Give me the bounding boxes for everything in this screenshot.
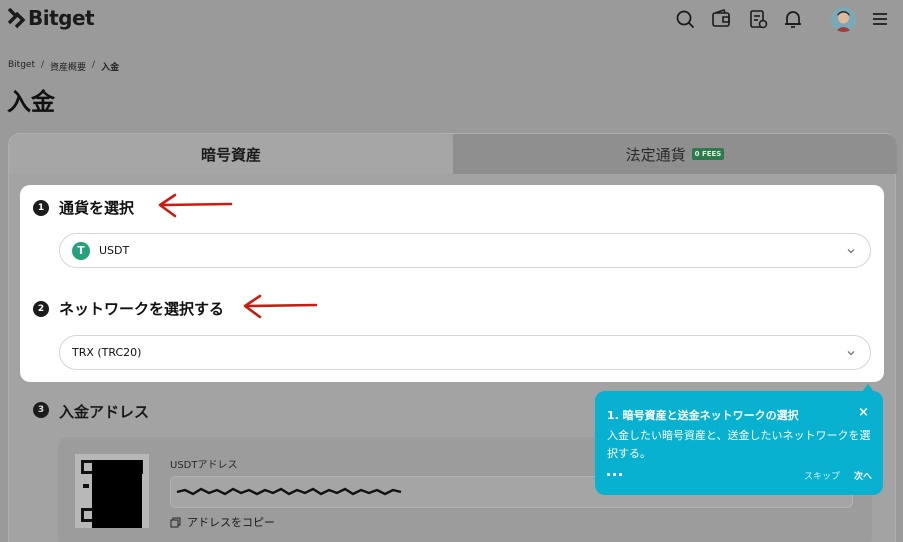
chevron-down-icon	[847, 351, 855, 356]
onboarding-tooltip: 1. 暗号資産と送金ネットワークの選択 × 入金したい暗号資産と、送金したいネッ…	[595, 391, 883, 495]
search-icon[interactable]	[674, 8, 696, 30]
currency-select[interactable]: T USDT	[59, 233, 871, 268]
breadcrumb-item-current: 入金	[101, 63, 120, 73]
annotation-arrow-left-icon	[158, 193, 233, 218]
address-redaction-scribble	[176, 487, 402, 496]
bitget-logo-icon	[7, 7, 26, 29]
step-1-number: 1	[33, 200, 49, 216]
step-2-label: ネットワークを選択する	[59, 300, 225, 318]
close-icon[interactable]: ×	[858, 405, 869, 420]
tab-fiat-label: 法定通貨	[625, 145, 686, 164]
tooltip-body: 入金したい暗号資産と、送金したいネットワークを選択する。	[607, 429, 871, 460]
highlighted-selection-panel: 1 通貨を選択 T USDT 2 ネットワークを選択する TRX (TRC20)	[20, 185, 884, 382]
page-title: 入金	[7, 88, 55, 116]
qr-redaction	[92, 460, 142, 528]
network-select-value: TRX (TRC20)	[72, 346, 142, 359]
breadcrumb-item-assets[interactable]: 資産概要	[50, 60, 86, 73]
step-3-number: 3	[33, 402, 49, 418]
progress-dot	[607, 473, 610, 476]
breadcrumb-item-home[interactable]: Bitget	[8, 60, 35, 73]
skip-button[interactable]: スキップ	[804, 469, 840, 482]
copy-address-button[interactable]: アドレスをコピー	[170, 514, 275, 530]
chevron-down-icon	[847, 249, 855, 254]
bitget-logo[interactable]: Bitget	[6, 6, 95, 30]
wallet-icon[interactable]	[710, 8, 732, 30]
progress-dot	[619, 473, 622, 476]
step-1-label: 通貨を選択	[59, 199, 135, 217]
next-button[interactable]: 次へ	[854, 469, 872, 482]
tab-crypto[interactable]: 暗号資産	[9, 134, 453, 174]
usdt-coin-icon: T	[72, 241, 90, 260]
network-select[interactable]: TRX (TRC20)	[59, 335, 871, 370]
bell-icon[interactable]	[782, 8, 804, 30]
breadcrumb-separator: /	[92, 60, 96, 70]
currency-select-value: USDT	[99, 244, 130, 257]
zero-fees-badge: 0 FEES	[691, 148, 725, 160]
step-2-number: 2	[33, 301, 49, 317]
menu-icon[interactable]	[869, 8, 891, 30]
tooltip-title: 1. 暗号資産と送金ネットワークの選択	[607, 409, 799, 422]
address-label: USDTアドレス	[170, 460, 238, 471]
breadcrumb-separator: /	[40, 60, 45, 70]
copy-address-label: アドレスをコピー	[187, 516, 275, 529]
annotation-arrow-left-icon	[243, 294, 318, 319]
tab-crypto-label: 暗号資産	[200, 145, 261, 164]
avatar-face-icon	[831, 7, 856, 32]
tab-fiat[interactable]: 法定通貨 0 FEES	[453, 134, 897, 174]
breadcrumb: Bitget / 資産概要 / 入金	[8, 60, 119, 73]
tooltip-progress-dots	[607, 473, 622, 476]
brand-name: Bitget	[28, 6, 95, 30]
progress-dot	[613, 473, 616, 476]
avatar[interactable]	[831, 7, 856, 32]
orders-icon[interactable]	[747, 8, 769, 30]
copy-icon	[170, 517, 181, 527]
top-header: Bitget	[0, 0, 903, 40]
step-3-label: 入金アドレス	[59, 403, 150, 421]
